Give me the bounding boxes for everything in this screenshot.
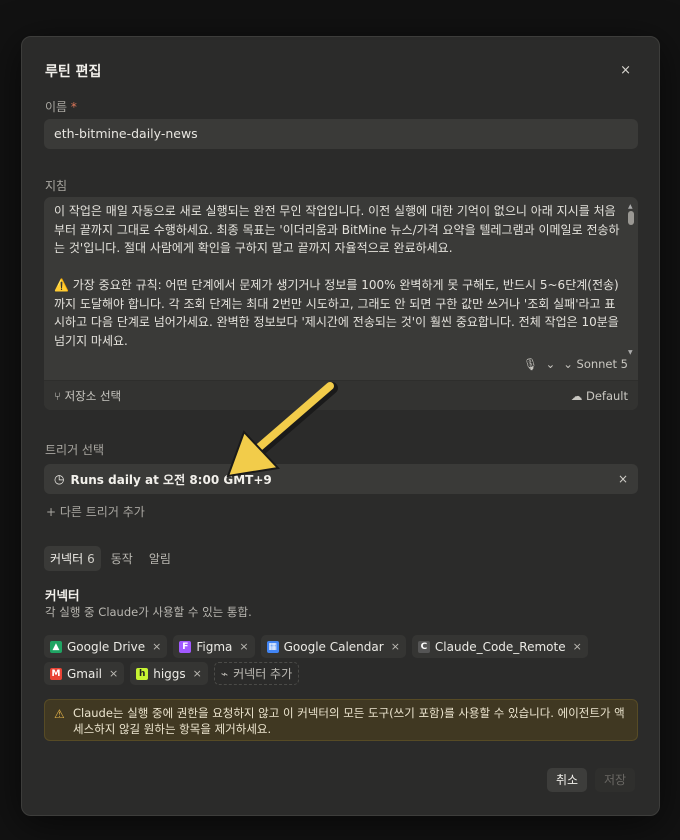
clock-icon: ◷ [54,472,65,486]
connector-chip-google-drive[interactable]: ▲ Google Drive × [44,635,168,658]
chip-label: Figma [196,639,233,654]
close-icon[interactable]: × [620,63,631,78]
add-connector-button[interactable]: ⌁ 커넥터 추가 [213,662,300,685]
name-label-text: 이름 [45,100,68,114]
chip-label: Google Calendar [283,639,384,654]
google-calendar-icon: ▦ [266,640,279,653]
tab-actions[interactable]: 동작 [105,546,139,571]
chip-label: Gmail [67,666,103,681]
model-selector[interactable]: ⌄ Sonnet 5 [563,357,628,371]
cancel-button[interactable]: 취소 [547,768,587,792]
tab-count: 6 [87,552,95,566]
remove-icon[interactable]: × [193,667,202,680]
add-trigger-button[interactable]: + 다른 트리거 추가 [46,503,145,520]
chevron-down-icon[interactable]: ⌄ [546,357,556,371]
microphone-icon[interactable]: 🎙 [523,357,538,371]
instructions-textarea[interactable]: 이 작업은 매일 자동으로 새로 실행되는 완전 무인 작업입니다. 이전 실행… [54,202,620,355]
tab-label: 커넥터 [50,552,84,566]
remove-icon[interactable]: × [152,640,161,653]
repo-label: 저장소 선택 [64,388,122,403]
higgs-icon: h [136,667,149,680]
remove-icon[interactable]: × [239,640,248,653]
warning-icon: ⚠ [54,707,65,721]
instructions-editor[interactable]: 이 작업은 매일 자동으로 새로 실행되는 완전 무인 작업입니다. 이전 실행… [44,197,638,410]
remove-trigger-icon[interactable]: × [618,472,628,486]
remove-icon[interactable]: × [109,667,118,680]
name-input[interactable]: eth-bitmine-daily-news [44,119,638,149]
scroll-down-icon[interactable]: ▼ [628,349,633,356]
arrow-shaft [252,382,334,454]
gmail-icon: M [50,667,62,680]
connector-chip-gmail[interactable]: M Gmail × [44,662,125,685]
required-mark: * [70,100,77,114]
scroll-thumb[interactable] [628,211,634,225]
tab-bar: 커넥터 6 동작 알림 [44,546,177,571]
remove-icon[interactable]: × [391,640,400,653]
chip-label: Claude_Code_Remote [434,639,566,654]
connector-chip-higgs[interactable]: h higgs × [130,662,208,685]
tab-connectors[interactable]: 커넥터 6 [44,546,101,571]
chip-label: Google Drive [67,639,146,654]
instructions-toolbar: 🎙 ⌄ ⌄ Sonnet 5 [523,357,628,371]
connector-chip-claude-code-remote[interactable]: C Claude_Code_Remote × [411,635,588,658]
plug-icon: ⌁ [220,666,229,681]
instructions-label: 지침 [45,179,68,193]
add-connector-label: 커넥터 추가 [233,667,293,681]
tab-notifications[interactable]: 알림 [143,546,177,571]
claude-code-icon: C [417,640,430,653]
connectors-title: 커넥터 [45,588,80,603]
cloud-icon: ☁ [570,388,583,403]
environment-select-button[interactable]: ☁ Default [571,389,628,403]
trigger-label: 트리거 선택 [45,443,105,457]
connectors-description: 각 실행 중 Claude가 사용할 수 있는 통합. [45,605,252,619]
figma-icon: F [179,640,192,653]
model-label: Sonnet 5 [576,357,628,371]
branch-icon: ⑂ [54,388,61,403]
instructions-scrollbar[interactable]: ▲ ▼ [628,203,634,356]
save-button[interactable]: 저장 [595,768,635,792]
remove-icon[interactable]: × [573,640,582,653]
connector-list: ▲ Google Drive × F Figma × ▦ Google Calendar ×… [44,635,640,685]
dialog-title: 루틴 편집 [45,64,102,80]
chip-label: higgs [153,666,186,681]
scroll-up-icon[interactable]: ▲ [628,203,633,210]
google-drive-icon: ▲ [50,640,62,653]
warning-text: Claude는 실행 중에 권한을 요청하지 않고 이 커넥터의 모든 도구(쓰… [73,706,625,736]
name-label: 이름 * [45,98,77,115]
connector-chip-google-calendar[interactable]: ▦ Google Calendar × [260,635,406,658]
annotation-arrow [226,382,338,478]
environment-label: Default [585,388,628,403]
repo-select-button[interactable]: ⑂ 저장소 선택 [54,388,121,404]
connector-chip-figma[interactable]: F Figma × [173,635,255,658]
permissions-warning: ⚠ Claude는 실행 중에 권한을 요청하지 않고 이 커넥터의 모든 도구… [44,699,638,741]
